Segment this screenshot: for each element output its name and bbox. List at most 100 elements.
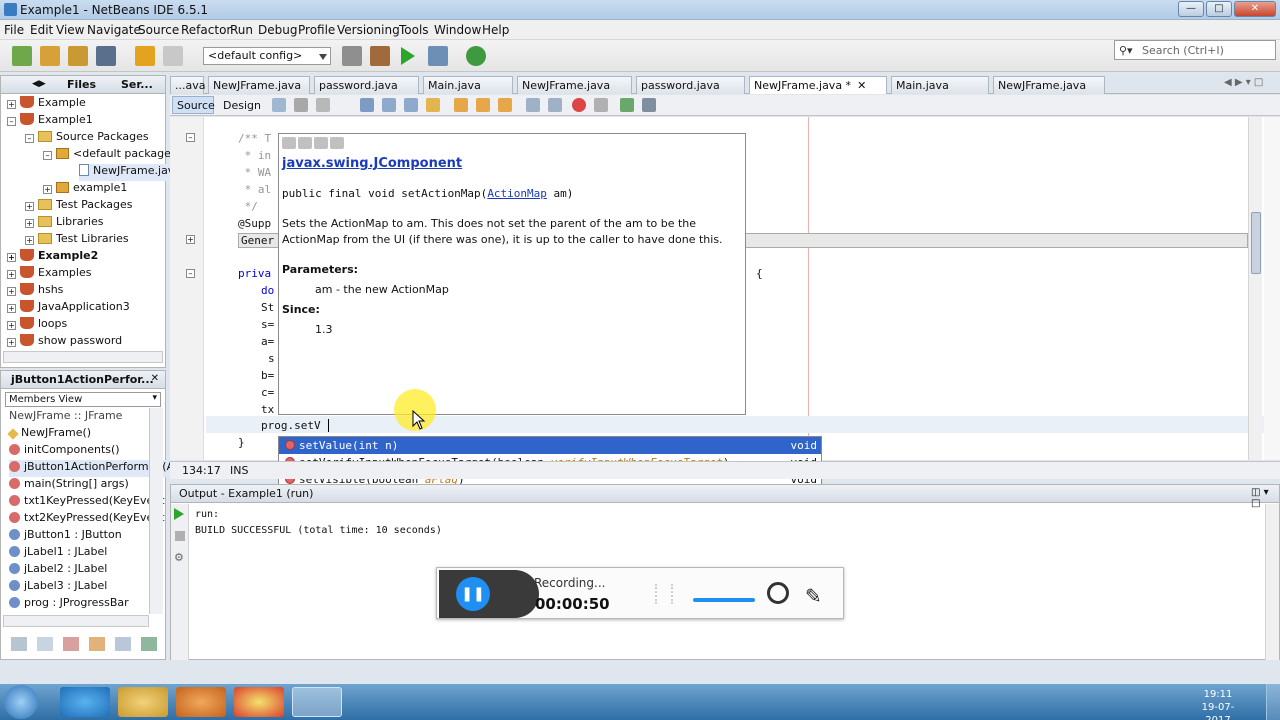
tab-newjframe-2[interactable]: NewJFrame.java [517, 76, 632, 94]
tree-item-show-password[interactable]: + show password [7, 334, 122, 351]
tree-item-example[interactable]: + Example [7, 96, 86, 113]
tree-item-example1-package[interactable]: + example1 [43, 181, 127, 198]
menu-edit[interactable]: Edit [30, 23, 53, 37]
stop-macro-icon[interactable] [594, 98, 608, 112]
tab-password-2[interactable]: password.java [636, 76, 745, 94]
back-icon[interactable] [282, 137, 296, 149]
scrollbar-thumb[interactable] [1251, 212, 1261, 274]
undo-icon[interactable] [135, 46, 155, 66]
menu-view[interactable]: View [56, 23, 84, 37]
show-desktop-button[interactable] [1266, 684, 1280, 720]
ie-icon[interactable] [60, 687, 110, 717]
filter-icon[interactable] [63, 637, 79, 651]
close-icon[interactable]: ✕ [857, 79, 866, 92]
find-previous-icon[interactable] [382, 98, 396, 112]
tab-newjframe-active[interactable]: NewJFrame.java * ✕ [749, 76, 887, 94]
tree-item-examples[interactable]: + Examples [7, 266, 91, 283]
menu-refactor[interactable]: Refactor [181, 23, 231, 37]
menu-profile[interactable]: Profile [298, 23, 335, 37]
rerun-icon[interactable] [174, 508, 184, 520]
toggle-bookmark-icon[interactable] [498, 98, 512, 112]
debug-icon[interactable] [428, 46, 448, 66]
tab-main-2[interactable]: Main.java [891, 76, 989, 94]
volume-slider[interactable] [693, 598, 755, 602]
shift-right-icon[interactable] [548, 98, 562, 112]
new-file-icon[interactable] [12, 46, 32, 66]
filter-icon[interactable] [11, 637, 27, 651]
menu-debug[interactable]: Debug [258, 23, 297, 37]
start-button[interactable] [4, 685, 38, 719]
chrome-icon[interactable] [234, 687, 284, 717]
open-project-icon[interactable] [68, 46, 88, 66]
tree-item-test-packages[interactable]: + Test Packages [25, 198, 132, 215]
navigator-hscrollbar[interactable] [3, 615, 149, 627]
tree-item-libraries[interactable]: + Libraries [25, 215, 104, 232]
find-icon[interactable] [360, 98, 374, 112]
prev-bookmark-icon[interactable] [454, 98, 468, 112]
tree-item-newjframe[interactable]: NewJFrame.java [79, 164, 182, 181]
member-constructor[interactable]: NewJFrame() [7, 426, 91, 443]
navigator-view-select[interactable]: Members View ▾ [5, 392, 161, 407]
navigator-class-row[interactable]: NewJFrame :: JFrame [9, 409, 122, 426]
highlight-icon[interactable] [426, 98, 440, 112]
close-icon[interactable]: ✕ [151, 373, 159, 384]
member-initcomponents[interactable]: initComponents() [9, 443, 120, 460]
tab-files[interactable]: Files [67, 78, 96, 91]
forward-icon[interactable] [298, 137, 312, 149]
menu-source[interactable]: Source [138, 23, 179, 37]
settings-icon[interactable]: ⚙ [174, 551, 184, 564]
find-next-icon[interactable] [404, 98, 418, 112]
explorer-icon[interactable] [118, 687, 168, 717]
tree-item-example2[interactable]: + Example2 [7, 249, 98, 266]
menu-window[interactable]: Window [434, 23, 481, 37]
filter-icon[interactable] [141, 637, 157, 651]
menu-versioning[interactable]: Versioning [337, 23, 400, 37]
forward-icon[interactable] [316, 98, 330, 112]
tree-item-javaapplication3[interactable]: + JavaApplication3 [7, 300, 130, 317]
tab-scroll-icon[interactable]: ◀ ▶ ▾ □ [1224, 77, 1263, 88]
minimize-button[interactable]: — [1178, 1, 1204, 17]
taskbar-clock[interactable]: 19:11 19-07-2017 [1196, 688, 1240, 720]
open-browser-icon[interactable] [330, 137, 344, 149]
member-jlabel1[interactable]: jLabel1 : JLabel [9, 545, 107, 562]
fold-expand-icon[interactable]: + [186, 235, 195, 244]
tab-newjframe-3[interactable]: NewJFrame.java [993, 76, 1105, 94]
menu-file[interactable]: File [4, 23, 24, 37]
pause-button[interactable]: ❚❚ [456, 577, 490, 611]
tab-ava[interactable]: ...ava [170, 76, 205, 94]
tree-item-loops[interactable]: + loops [7, 317, 67, 334]
filter-icon[interactable] [115, 637, 131, 651]
editor-vscrollbar[interactable] [1248, 117, 1262, 460]
new-project-icon[interactable] [40, 46, 60, 66]
member-txt1keypressed[interactable]: txt1KeyPressed(KeyEvent [9, 494, 165, 511]
menu-help[interactable]: Help [482, 23, 509, 37]
pen-icon[interactable]: ✎ [805, 584, 822, 608]
navigator-vscrollbar[interactable] [149, 408, 163, 614]
close-button[interactable]: ✕ [1234, 1, 1276, 17]
fold-collapse-icon[interactable]: – [186, 133, 195, 142]
config-select[interactable]: <default config> [203, 47, 331, 65]
filter-icon[interactable] [37, 637, 53, 651]
member-jbutton1[interactable]: jButton1 : JButton [9, 528, 122, 545]
output-vscrollbar[interactable] [1265, 504, 1279, 660]
tab-password-1[interactable]: password.java [314, 76, 419, 94]
member-jlabel2[interactable]: jLabel2 : JLabel [9, 562, 107, 579]
design-tab[interactable]: Design [218, 96, 261, 114]
tab-services[interactable]: Ser... [121, 78, 153, 91]
goto-source-icon[interactable] [314, 137, 328, 149]
menu-navigate[interactable]: Navigate [87, 23, 141, 37]
run-icon[interactable] [401, 47, 415, 65]
shift-left-icon[interactable] [526, 98, 540, 112]
profile-icon[interactable] [466, 46, 486, 66]
webcam-icon[interactable] [767, 582, 789, 604]
comment-icon[interactable] [620, 98, 634, 112]
search-input[interactable]: ⚲▾ Search (Ctrl+I) [1114, 40, 1276, 60]
clean-build-icon[interactable] [370, 46, 390, 66]
projects-hscrollbar[interactable] [3, 351, 163, 363]
fold-collapse-icon[interactable]: – [186, 269, 195, 278]
member-prog[interactable]: prog : JProgressBar [9, 596, 129, 613]
save-all-icon[interactable] [96, 46, 116, 66]
source-tab[interactable]: Source [172, 96, 215, 114]
javadoc-class-link[interactable]: javax.swing.JComponent [282, 156, 462, 171]
tree-item-test-libraries[interactable]: + Test Libraries [25, 232, 129, 249]
